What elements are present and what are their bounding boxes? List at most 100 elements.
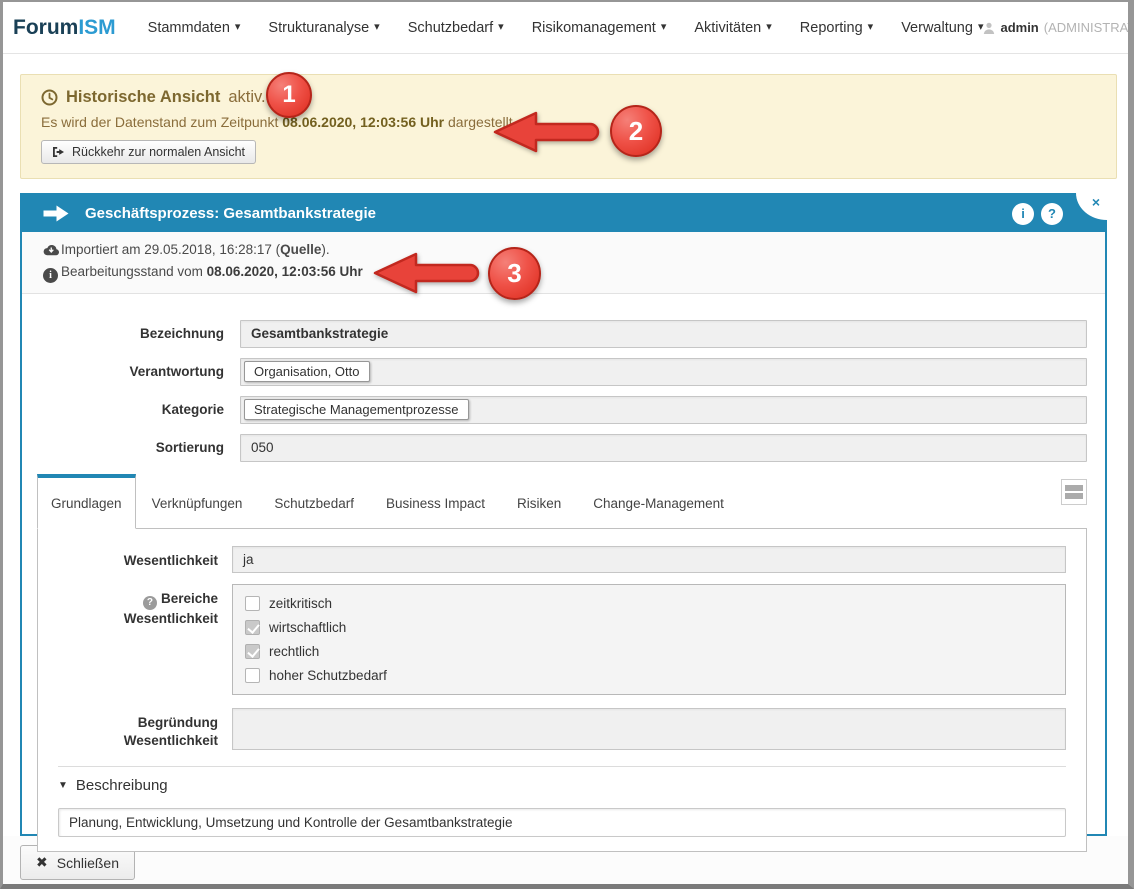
verantwortung-chip[interactable]: Organisation, Otto [244, 361, 370, 382]
tab-business-impact[interactable]: Business Impact [370, 474, 501, 528]
form-row-verantwortung: Verantwortung Organisation, Otto [22, 358, 1087, 386]
edit-state-line: iBearbeitungsstand vom 08.06.2020, 12:03… [43, 261, 1085, 283]
import-text-suffix: ). [321, 242, 329, 257]
back-button-label: Rückkehr zur normalen Ansicht [72, 145, 245, 159]
section-divider [58, 766, 1066, 767]
triangle-down-icon: ▼ [58, 780, 68, 791]
annotation-badge-3: 3 [488, 247, 541, 300]
checkbox-label: zeitkritisch [269, 596, 332, 611]
bereiche-label: ? Bereiche Wesentlichkeit [58, 584, 218, 695]
quelle-link[interactable]: Quelle [280, 242, 321, 257]
nav-item-label: Verwaltung [901, 20, 973, 36]
form-row-sortierung: Sortierung 050 [22, 434, 1087, 462]
banner-timestamp: 08.06.2020, 12:03:56 Uhr [282, 114, 444, 130]
top-navbar: ForumISM Stammdaten ▾ Strukturanalyse ▾ Sc… [3, 2, 1128, 54]
nav-menu: Stammdaten ▾ Strukturanalyse ▾ Schutzbedar… [148, 20, 984, 36]
info-circle-icon: i [43, 268, 61, 283]
checkbox-hoher-schutzbedarf [245, 668, 260, 683]
user-icon [983, 22, 995, 34]
tab-risiken[interactable]: Risiken [501, 474, 577, 528]
tab-verknuepfungen[interactable]: Verknüpfungen [136, 474, 259, 528]
nav-item-strukturanalyse[interactable]: Strukturanalyse ▾ [268, 20, 379, 36]
sign-out-icon [52, 146, 65, 158]
bereiche-label-line2: Wesentlichkeit [124, 611, 218, 626]
row-begruendung: Begründung Wesentlichkeit [58, 708, 1066, 750]
tab-grundlagen[interactable]: Grundlagen [37, 474, 136, 529]
begruendung-label: Begründung Wesentlichkeit [44, 708, 218, 750]
x-icon: ✖ [36, 854, 48, 871]
bereiche-label-line1: Bereiche [161, 591, 218, 606]
nav-item-reporting[interactable]: Reporting ▾ [800, 20, 873, 36]
user-role: (ADMINISTRATOR) [1044, 20, 1134, 35]
close-icon: × [1092, 194, 1100, 210]
wesentlichkeit-label: Wesentlichkeit [58, 546, 218, 573]
beschreibung-section-toggle[interactable]: ▼ Beschreibung [58, 777, 1066, 794]
nav-item-label: Schutzbedarf [408, 20, 493, 36]
bezeichnung-field: Gesamtbankstrategie [240, 320, 1087, 348]
begruendung-field [232, 708, 1066, 750]
help-icon[interactable]: ? [1041, 203, 1063, 225]
kategorie-field: Strategische Managementprozesse [240, 396, 1087, 424]
logo-part-ism: ISM [78, 16, 115, 39]
checkbox-row-rechtlich: rechtlich [245, 644, 1053, 659]
tab-bar: Grundlagen Verknüpfungen Schutzbedarf Bu… [37, 474, 1087, 528]
info-icon[interactable]: i [1012, 203, 1034, 225]
nav-item-label: Stammdaten [148, 20, 230, 36]
bereiche-checkbox-group: zeitkritisch wirtschaftlich rechtlich [232, 584, 1066, 695]
nav-item-stammdaten[interactable]: Stammdaten ▾ [148, 20, 241, 36]
business-process-panel: Geschäftsprozess: Gesamtbankstrategie i … [20, 193, 1107, 836]
app-logo[interactable]: ForumISM [13, 16, 116, 40]
close-button-label: Schließen [57, 855, 119, 871]
kategorie-chip[interactable]: Strategische Managementprozesse [244, 399, 469, 420]
nav-item-risikomanagement[interactable]: Risikomanagement ▾ [532, 20, 667, 36]
sortierung-field: 050 [240, 434, 1087, 462]
checkbox-row-hoher-schutzbedarf: hoher Schutzbedarf [245, 668, 1053, 683]
annotation-arrow-2 [492, 110, 604, 154]
nav-item-label: Strukturanalyse [268, 20, 369, 36]
form-row-kategorie: Kategorie Strategische Managementprozess… [22, 396, 1087, 424]
beschreibung-input[interactable]: Planung, Entwicklung, Umsetzung und Kont… [58, 808, 1066, 837]
checkbox-rechtlich [245, 644, 260, 659]
chevron-down-icon: ▾ [868, 22, 874, 33]
bezeichnung-label: Bezeichnung [44, 320, 224, 348]
tab-change-management[interactable]: Change-Management [577, 474, 740, 528]
checkbox-zeitkritisch [245, 596, 260, 611]
nav-item-label: Risikomanagement [532, 20, 656, 36]
checkbox-label: wirtschaftlich [269, 620, 346, 635]
kategorie-label: Kategorie [44, 396, 224, 424]
tab-schutzbedarf[interactable]: Schutzbedarf [258, 474, 370, 528]
checkbox-wirtschaftlich [245, 620, 260, 635]
annotation-badge-1: 1 [266, 72, 312, 118]
return-to-normal-view-button[interactable]: Rückkehr zur normalen Ansicht [41, 140, 256, 164]
nav-item-aktivitaeten[interactable]: Aktivitäten▾ [694, 20, 771, 36]
tab-area: Grundlagen Verknüpfungen Schutzbedarf Bu… [37, 474, 1087, 852]
clock-icon [41, 89, 58, 106]
nav-item-verwaltung[interactable]: Verwaltung▾ [901, 20, 983, 36]
panel-title: Geschäftsprozess: Gesamtbankstrategie [85, 205, 376, 222]
nav-item-label: Reporting [800, 20, 863, 36]
cloud-download-icon [43, 243, 61, 256]
panel-meta: Importiert am 29.05.2018, 16:28:17 (Quel… [22, 232, 1105, 294]
form-row-bezeichnung: Bezeichnung Gesamtbankstrategie [22, 320, 1087, 348]
nav-item-schutzbedarf[interactable]: Schutzbedarf ▾ [408, 20, 504, 36]
panel-header-icons: i ? [1012, 203, 1063, 225]
chevron-down-icon: ▾ [498, 22, 504, 33]
user-name: admin [1000, 20, 1038, 35]
app-window: ForumISM Stammdaten ▾ Strukturanalyse ▾ Sc… [0, 0, 1134, 889]
chevron-down-icon: ▾ [374, 22, 380, 33]
checkbox-row-zeitkritisch: zeitkritisch [245, 596, 1053, 611]
annotation-badge-2: 2 [610, 105, 662, 157]
checkbox-row-wirtschaftlich: wirtschaftlich [245, 620, 1053, 635]
list-view-icon[interactable] [1061, 479, 1087, 505]
banner-message-prefix: Es wird der Datenstand zum Zeitpunkt [41, 114, 278, 130]
help-icon[interactable]: ? [143, 596, 157, 610]
tab-content-grundlagen: Wesentlichkeit ja ?Bereiche Wesentlichke… [37, 528, 1087, 852]
chevron-down-icon: ▾ [661, 22, 667, 33]
banner-title-suffix: aktiv. [228, 88, 265, 107]
edit-state-timestamp: 08.06.2020, 12:03:56 Uhr [207, 264, 363, 279]
chevron-down-icon: ▾ [235, 22, 241, 33]
arrow-right-icon [43, 205, 69, 222]
user-menu[interactable]: admin (ADMINISTRATOR) ▾ [983, 20, 1134, 35]
nav-item-label: Aktivitäten [694, 20, 761, 36]
panel-header: Geschäftsprozess: Gesamtbankstrategie i … [22, 195, 1105, 232]
